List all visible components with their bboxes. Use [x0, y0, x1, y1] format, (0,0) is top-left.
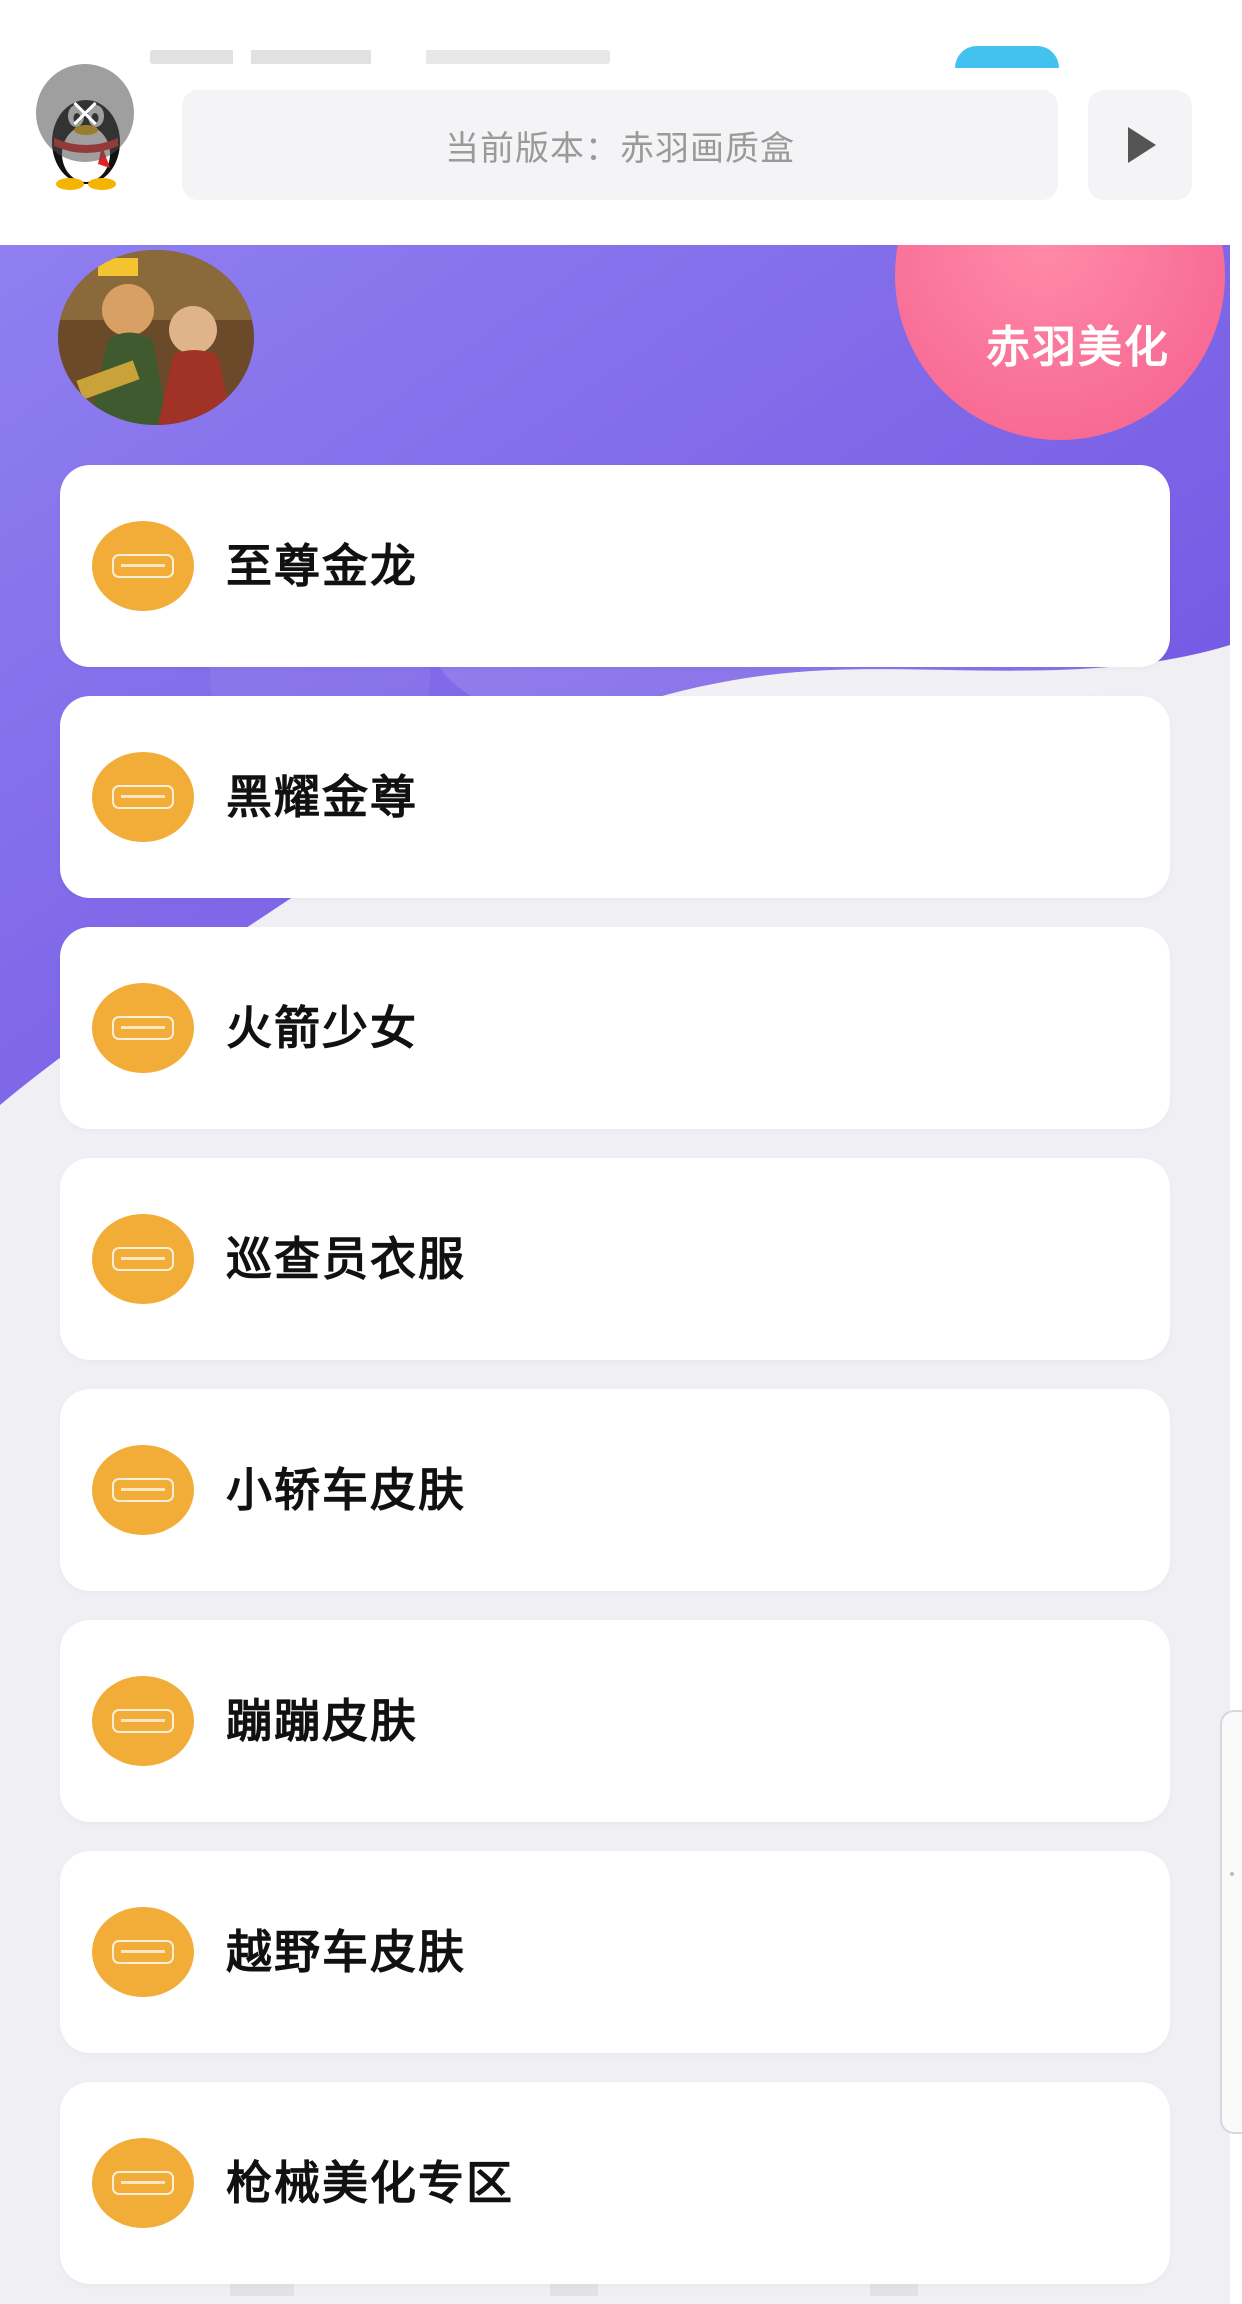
list-item-label: 火箭少女	[226, 1001, 418, 1055]
status-ghost-text	[150, 50, 610, 64]
top-bar: 当前版本：赤羽画质盒	[0, 0, 1242, 245]
list-item[interactable]: 黑耀金尊	[60, 696, 1170, 898]
main-panel: 赤羽美化 至尊金龙 黑耀金尊 火箭少女 巡查员衣服 小轿车皮肤 蹦蹦皮肤 越野车…	[0, 245, 1230, 2304]
menu-list: 至尊金龙 黑耀金尊 火箭少女 巡查员衣服 小轿车皮肤 蹦蹦皮肤 越野车皮肤 枪械…	[60, 465, 1170, 2304]
avatar[interactable]	[58, 250, 254, 425]
list-item-label: 巡查员衣服	[226, 1232, 466, 1286]
play-icon	[1128, 127, 1156, 163]
badge-icon	[92, 2138, 194, 2228]
brand-title: 赤羽美化	[986, 322, 1170, 373]
version-field[interactable]: 当前版本：赤羽画质盒	[182, 90, 1058, 200]
edge-scroll-handle[interactable]	[1220, 1710, 1242, 2134]
badge-icon	[92, 1214, 194, 1304]
list-item[interactable]: 至尊金龙	[60, 465, 1170, 667]
badge-icon	[92, 1676, 194, 1766]
list-item-label: 蹦蹦皮肤	[226, 1694, 418, 1748]
avatar-image	[58, 250, 254, 425]
badge-icon	[92, 1445, 194, 1535]
badge-icon	[92, 983, 194, 1073]
version-text: 当前版本：赤羽画质盒	[445, 128, 795, 169]
list-item[interactable]: 蹦蹦皮肤	[60, 1620, 1170, 1822]
play-button[interactable]	[1088, 90, 1192, 200]
list-item-label: 黑耀金尊	[226, 770, 418, 824]
close-icon[interactable]	[36, 64, 134, 162]
status-ghost-dot	[955, 46, 1059, 68]
badge-icon	[92, 521, 194, 611]
list-item-label: 枪械美化专区	[226, 2156, 514, 2210]
list-item-label: 至尊金龙	[226, 539, 418, 593]
badge-icon	[92, 752, 194, 842]
list-item-label: 越野车皮肤	[226, 1925, 466, 1979]
list-item-label: 小轿车皮肤	[226, 1463, 466, 1517]
list-item[interactable]: 火箭少女	[60, 927, 1170, 1129]
badge-icon	[92, 1907, 194, 1997]
list-item[interactable]: 小轿车皮肤	[60, 1389, 1170, 1591]
list-item[interactable]: 巡查员衣服	[60, 1158, 1170, 1360]
list-item[interactable]: 枪械美化专区	[60, 2082, 1170, 2284]
qq-button[interactable]	[36, 64, 136, 194]
list-item[interactable]: 越野车皮肤	[60, 1851, 1170, 2053]
